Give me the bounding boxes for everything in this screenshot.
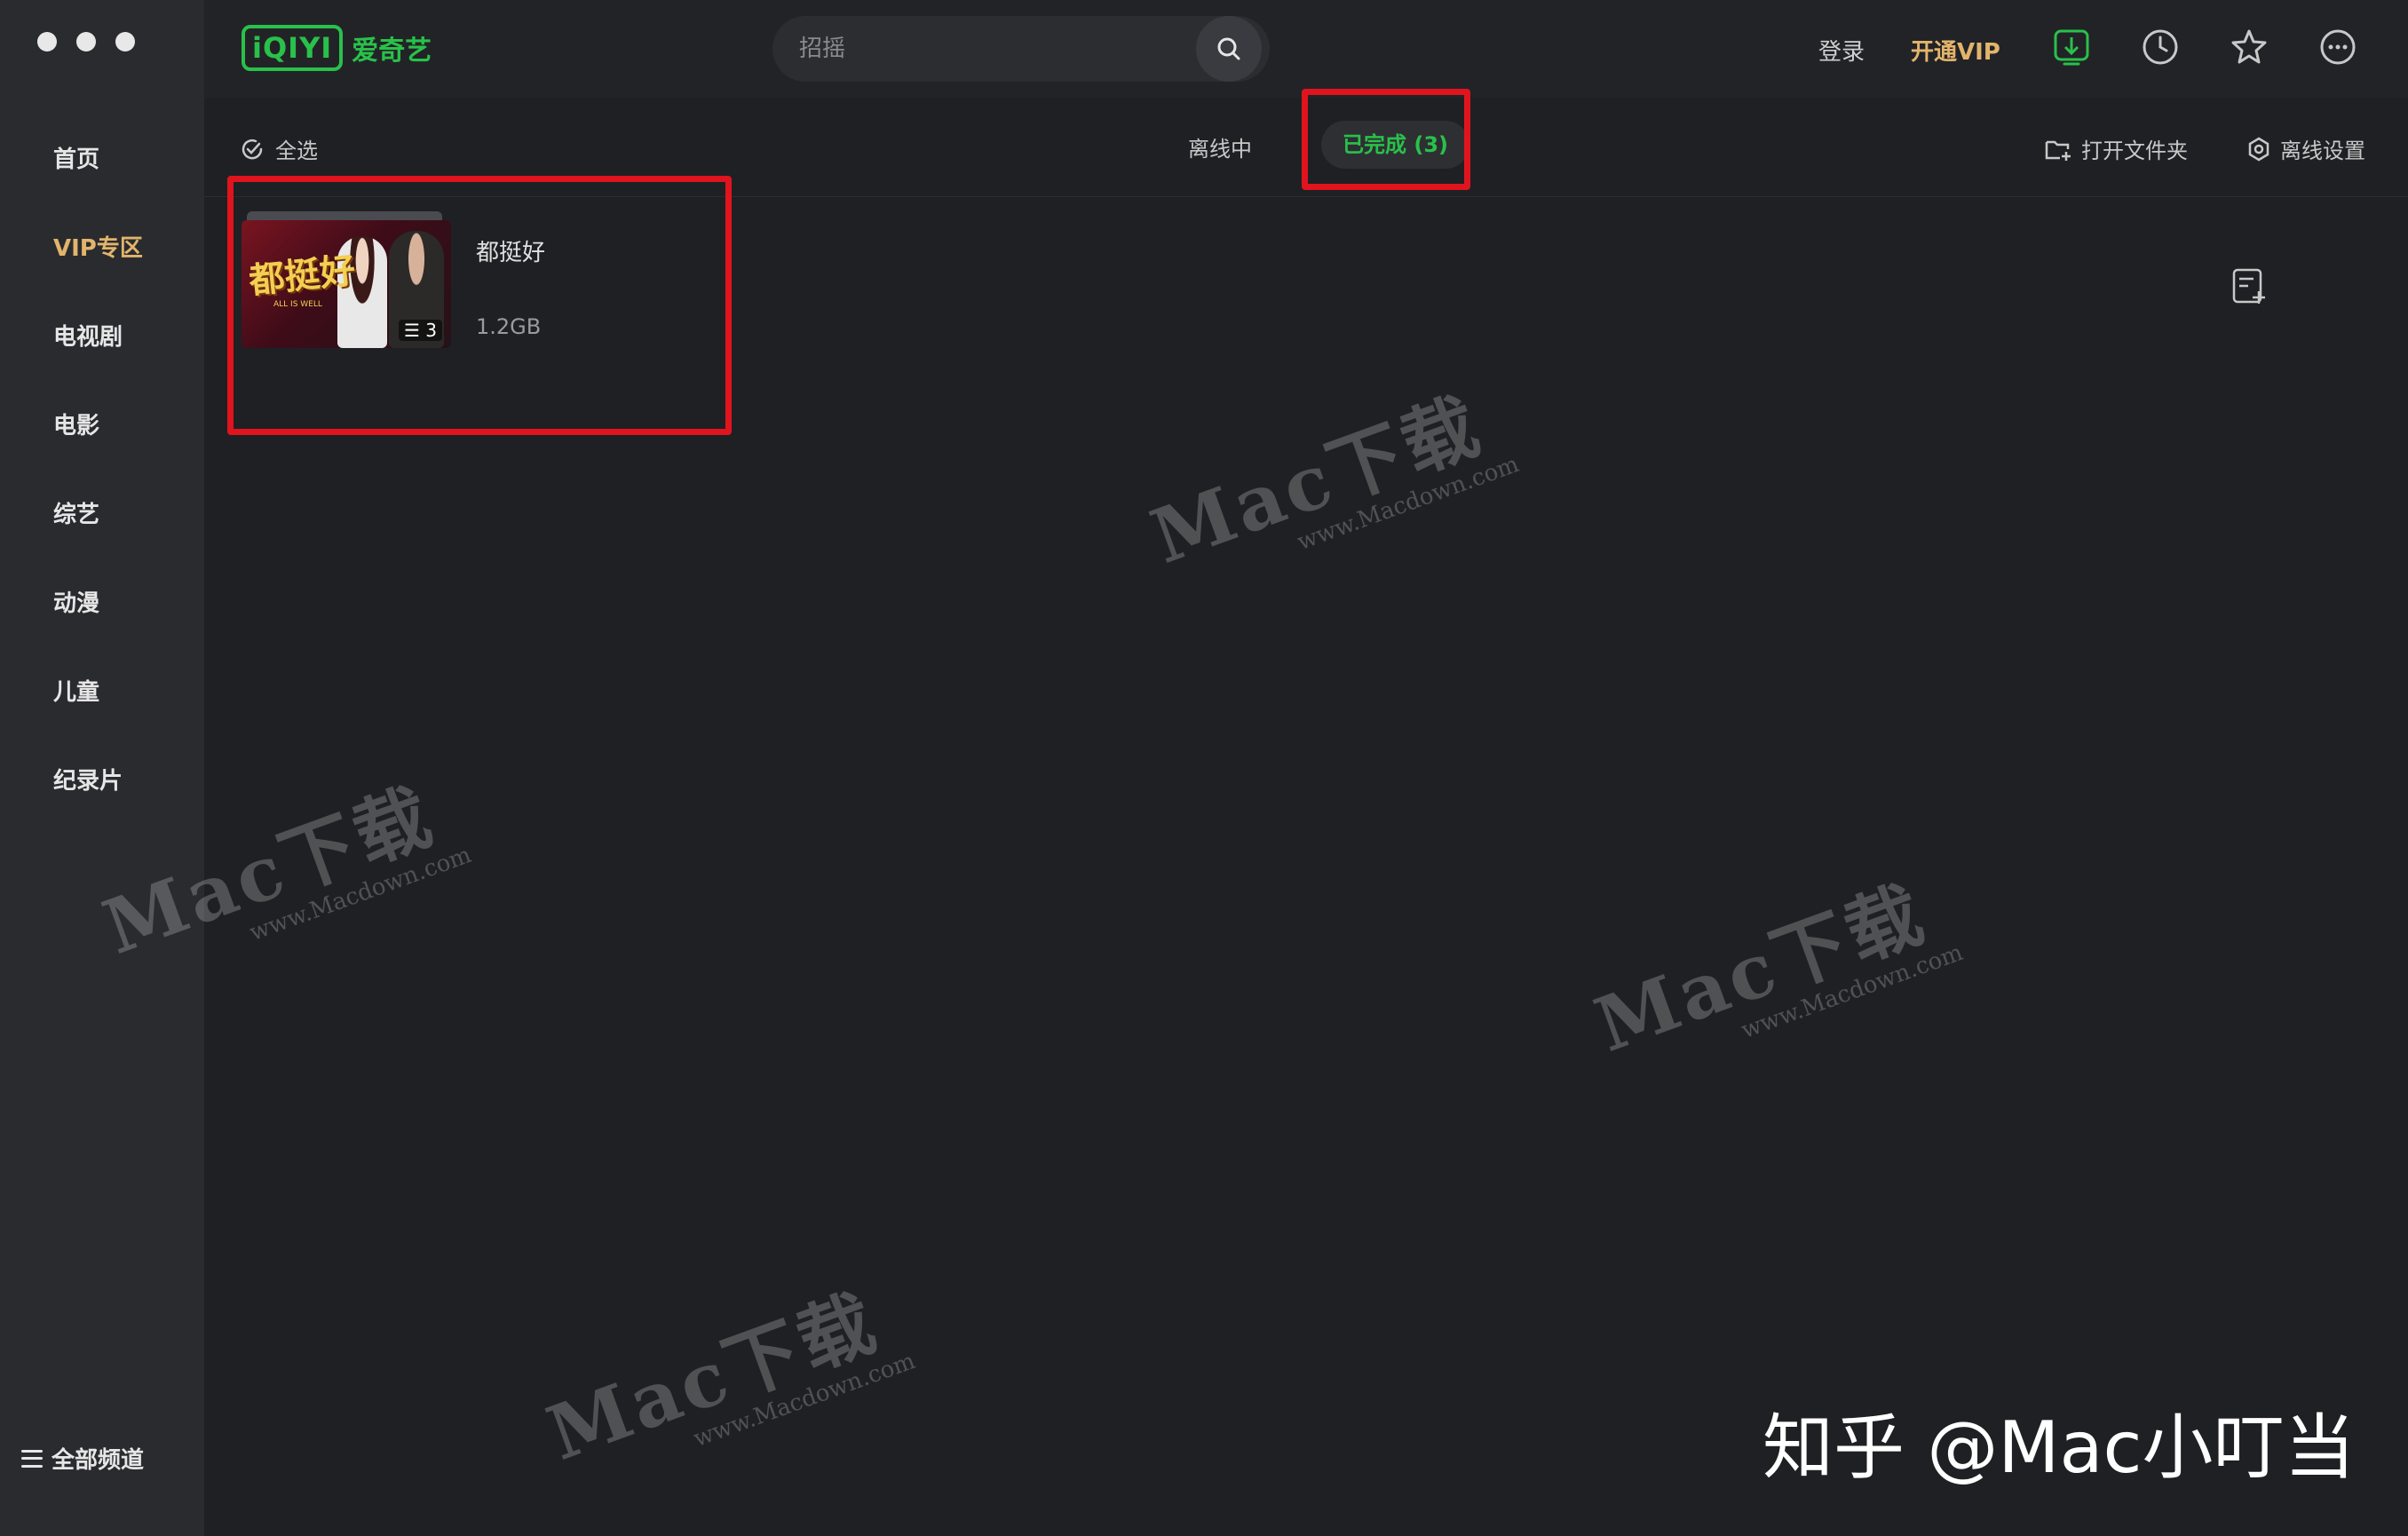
open-vip-button[interactable]: 开通VIP [1911,34,2000,67]
download-toolbar: 全选 离线中 已完成 (3) 打开文件夹 离线设置 [204,98,2408,197]
select-all-button[interactable]: 全选 [240,133,318,164]
search-bar [772,16,1270,82]
close-window-button[interactable] [37,32,57,51]
check-circle-icon [242,139,263,159]
poster: 都挺好 ALL IS WELL ☰ 3 [242,211,451,350]
gear-icon [2248,137,2269,161]
download-size: 1.2GB [476,314,542,339]
search-button[interactable] [1196,16,1262,82]
download-title: 都挺好 [476,240,546,266]
sidebar-item-vip[interactable]: VIP专区 [53,226,143,315]
app-window: 首页 VIP专区 电视剧 电影 综艺 动漫 儿童 纪录片 全部频道 iQIYI … [0,0,2408,1536]
sidebar-item-documentary[interactable]: 纪录片 [53,759,143,848]
sidebar-item-tv[interactable]: 电视剧 [53,315,143,404]
tab-completed[interactable]: 已完成 (3) [1321,121,1469,169]
sidebar-item-movies[interactable]: 电影 [53,404,143,493]
sidebar-nav: 首页 VIP专区 电视剧 电影 综艺 动漫 儿童 纪录片 [53,138,143,848]
all-channels-button[interactable]: 全部频道 [21,1442,144,1475]
episode-count: 3 [425,320,437,341]
download-icon[interactable] [2051,27,2092,67]
star-icon[interactable] [2229,27,2269,67]
sidebar-item-kids[interactable]: 儿童 [53,670,143,759]
watermark: Mac下载 www.Macdown.com [1579,847,1967,1090]
clock-icon[interactable] [2140,27,2181,67]
sidebar-item-anime[interactable]: 动漫 [53,582,143,670]
minimize-window-button[interactable] [76,32,96,51]
edit-list-icon[interactable] [2229,266,2269,307]
folder-plus-icon [2045,140,2071,161]
window-controls [37,32,135,51]
tab-downloading[interactable]: 离线中 [1188,131,1252,162]
watermark-brand: Mac下载 [1140,380,1493,581]
poster-image: 都挺好 ALL IS WELL ☰ 3 [242,220,451,348]
poster-subtitle: ALL IS WELL [273,300,322,309]
watermark: Mac下载 www.Macdown.com [531,1255,919,1499]
top-bar: iQIYI 爱奇艺 登录 开通VIP [204,0,2408,98]
more-icon[interactable] [2317,27,2358,67]
watermark-brand: Mac下载 [536,1277,890,1477]
watermark-url: www.Macdown.com [1738,938,1967,1045]
watermark-url: www.Macdown.com [246,841,475,947]
sidebar: 首页 VIP专区 电视剧 电影 综艺 动漫 儿童 纪录片 全部频道 [0,0,204,1536]
logo-text: 爱奇艺 [352,36,432,67]
watermark: Mac下载 www.Macdown.com [1135,359,1523,602]
search-input[interactable] [799,32,1172,66]
all-channels-label: 全部频道 [51,1447,145,1474]
download-item[interactable]: 都挺好 ALL IS WELL ☰ 3 都挺好 1.2GB [242,211,739,353]
select-all-label: 全选 [275,139,318,163]
watermark-brand: Mac下载 [1584,868,1937,1069]
search-icon [1217,37,1240,60]
overlay-credit: 知乎 @Mac小叮当 [1762,1406,2356,1489]
maximize-window-button[interactable] [115,32,135,51]
sidebar-item-variety[interactable]: 综艺 [53,493,143,582]
menu-icon [21,1449,43,1468]
offline-settings-button[interactable]: 离线设置 [2246,133,2365,164]
offline-settings-label: 离线设置 [2280,139,2365,163]
watermark-url: www.Macdown.com [1294,450,1523,557]
episode-count-badge: ☰ 3 [398,320,442,341]
sidebar-item-home[interactable]: 首页 [53,138,143,226]
logo[interactable]: iQIYI 爱奇艺 [242,25,432,71]
logo-mark: iQIYI [242,25,344,71]
open-folder-button[interactable]: 打开文件夹 [2044,133,2188,164]
login-link[interactable]: 登录 [1818,34,1865,67]
watermark-url: www.Macdown.com [690,1347,919,1453]
open-folder-label: 打开文件夹 [2081,139,2188,163]
